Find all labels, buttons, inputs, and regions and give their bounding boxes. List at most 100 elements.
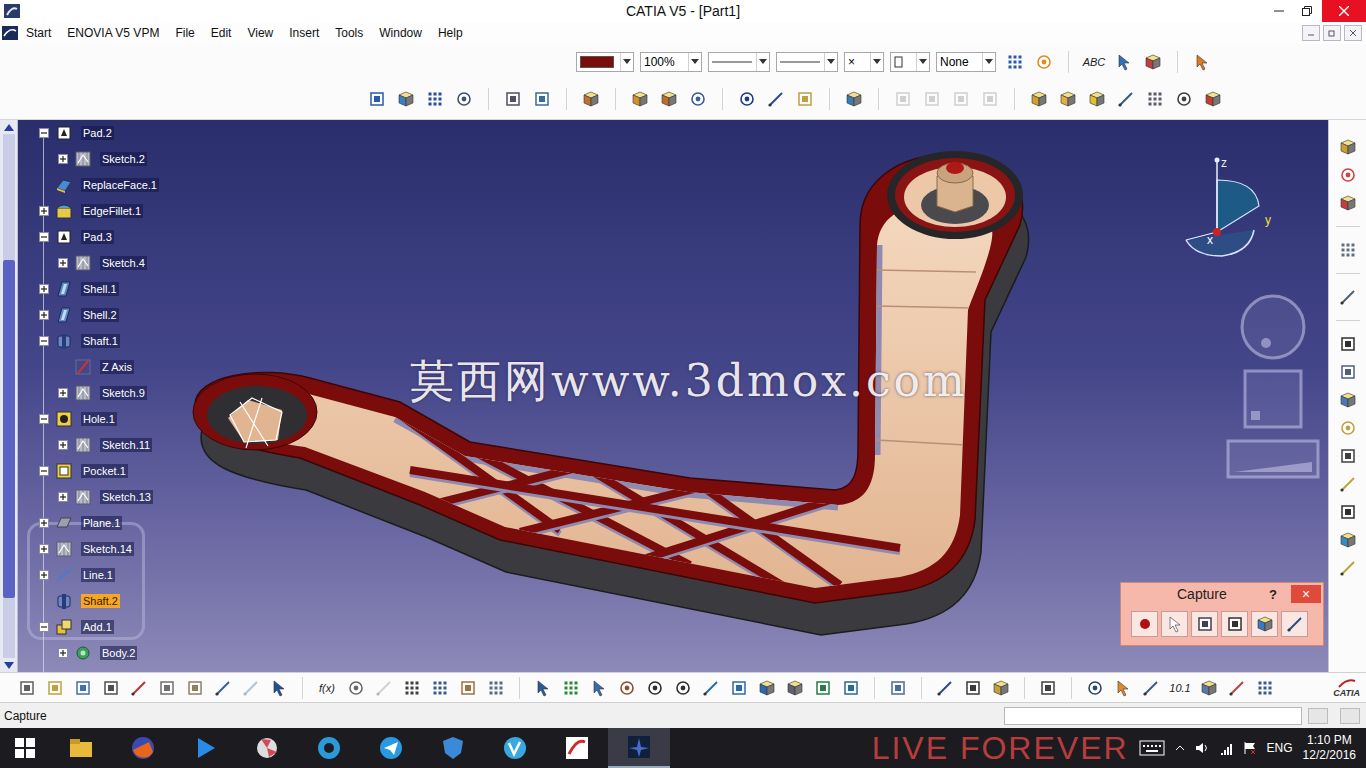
tree-item[interactable]: Sketch.11 [18, 432, 159, 458]
tree-item[interactable]: Shaft.2 [18, 588, 159, 614]
expander[interactable] [58, 440, 68, 450]
view-navigator[interactable] [1228, 296, 1318, 477]
tree-label[interactable]: Pad.3 [81, 230, 114, 244]
toolbar-button[interactable] [1082, 675, 1108, 701]
toolbar-button[interactable] [1002, 49, 1028, 75]
toolbar-button[interactable] [919, 86, 945, 112]
toolbar-button[interactable] [977, 86, 1003, 112]
taskbar-app[interactable] [112, 728, 174, 768]
tree-label[interactable]: Shaft.1 [81, 334, 120, 348]
doc-minimize-button[interactable] [1302, 25, 1320, 41]
toolbar-button[interactable] [1335, 162, 1361, 188]
toolbar-button[interactable] [1113, 86, 1139, 112]
menu-item[interactable]: Window [371, 24, 430, 42]
toolbar-button[interactable] [529, 86, 555, 112]
menu-item[interactable]: Tools [327, 24, 371, 42]
toolbar-button[interactable] [1335, 284, 1361, 310]
scroll-down-button[interactable] [0, 658, 18, 672]
menu-item[interactable]: Edit [203, 24, 240, 42]
tree-label[interactable]: Line.1 [81, 568, 115, 582]
tree-label[interactable]: Shell.1 [81, 282, 119, 296]
taskbar-app[interactable] [484, 728, 546, 768]
toolbar-button[interactable] [1055, 86, 1081, 112]
tree-item[interactable]: Pocket.1 [18, 458, 159, 484]
tree-item[interactable]: Sketch.2 [18, 146, 159, 172]
tree-item[interactable]: Body.2 [18, 640, 159, 666]
toolbar-button[interactable] [70, 675, 96, 701]
taskbar-app[interactable] [608, 728, 670, 768]
layer-dropdown[interactable]: None [936, 52, 996, 72]
scroll-up-button[interactable] [0, 120, 18, 134]
tree-scrollbar[interactable] [0, 120, 18, 672]
expander[interactable] [58, 388, 68, 398]
toolbar-button[interactable] [1110, 675, 1136, 701]
toolbar-button[interactable] [698, 675, 724, 701]
toolbar-button[interactable] [558, 675, 584, 701]
toolbar-button[interactable] [126, 675, 152, 701]
language-indicator[interactable]: ENG [1267, 741, 1293, 755]
tree-item[interactable]: Sketch.14 [18, 536, 159, 562]
menu-item[interactable]: File [167, 24, 202, 42]
scroll-thumb[interactable] [3, 260, 15, 598]
toolbar-button[interactable] [586, 675, 612, 701]
status-button[interactable] [1308, 708, 1328, 724]
toolbar-button[interactable] [399, 675, 425, 701]
toolbar-button[interactable] [1335, 387, 1361, 413]
toolbar-button[interactable] [530, 675, 556, 701]
tree-label[interactable]: Sketch.11 [100, 438, 152, 452]
toolbar-button[interactable] [1335, 415, 1361, 441]
toolbar-button[interactable] [685, 86, 711, 112]
network-icon[interactable] [1219, 741, 1233, 755]
tree-item[interactable]: Plane.1 [18, 510, 159, 536]
tree-label[interactable]: Body.2 [100, 646, 137, 660]
toolbar-button[interactable] [1224, 675, 1250, 701]
speaker-icon[interactable] [1195, 741, 1209, 755]
toolbar-button[interactable] [1031, 49, 1057, 75]
tree-label[interactable]: Sketch.2 [100, 152, 147, 166]
toolbar-button[interactable] [427, 675, 453, 701]
toolbar-button[interactable] [393, 86, 419, 112]
toolbar-button[interactable] [154, 675, 180, 701]
toolbar-button[interactable] [792, 86, 818, 112]
doc-close-button[interactable] [1344, 25, 1362, 41]
toolbar-button[interactable] [1171, 86, 1197, 112]
status-button[interactable] [1340, 708, 1360, 724]
number-button[interactable]: 10.1 [1166, 675, 1194, 701]
toolbar-button[interactable] [343, 675, 369, 701]
tree-item[interactable]: Line.1 [18, 562, 159, 588]
capture-close-button[interactable]: × [1291, 585, 1321, 603]
tree-label[interactable]: Sketch.9 [100, 386, 147, 400]
flag-icon[interactable] [1243, 741, 1257, 755]
toolbar-button[interactable] [1200, 86, 1226, 112]
tree-item[interactable]: Sketch.4 [18, 250, 159, 276]
tree-label[interactable]: Z Axis [100, 360, 134, 374]
toolbar-button[interactable] [948, 86, 974, 112]
toolbar-button[interactable] [1252, 675, 1278, 701]
expander[interactable] [39, 336, 49, 346]
help-button[interactable]: ? [1269, 587, 1277, 602]
tree-label[interactable]: Shaft.2 [81, 594, 120, 608]
tree-item[interactable]: Sketch.13 [18, 484, 159, 510]
toolbar-button[interactable] [642, 675, 668, 701]
part-model[interactable] [193, 151, 1029, 635]
graph-button[interactable] [1281, 611, 1308, 637]
text-button[interactable]: ABC [1080, 49, 1108, 75]
tree-item[interactable]: EdgeFillet.1 [18, 198, 159, 224]
expander[interactable] [39, 544, 49, 554]
toolbar-button[interactable] [754, 675, 780, 701]
tree-item[interactable]: Add.1 [18, 614, 159, 640]
toolbar-button[interactable] [500, 86, 526, 112]
toolbar-button[interactable] [1335, 471, 1361, 497]
toolbar-button[interactable] [670, 675, 696, 701]
toolbar-button[interactable] [627, 86, 653, 112]
toolbar-button[interactable] [238, 675, 264, 701]
tree-label[interactable]: Sketch.13 [100, 490, 153, 504]
expander[interactable] [58, 648, 68, 658]
tree-label[interactable]: ReplaceFace.1 [81, 178, 159, 192]
toolbar-button[interactable] [1335, 237, 1361, 263]
expander[interactable] [39, 284, 49, 294]
3d-viewer[interactable]: zyxPad.2Sketch.2ReplaceFace.1EdgeFillet.… [18, 120, 1328, 672]
tree-item[interactable]: Hole.1 [18, 406, 159, 432]
tree-label[interactable]: Sketch.14 [81, 542, 134, 556]
line-type-dropdown[interactable] [776, 52, 838, 72]
